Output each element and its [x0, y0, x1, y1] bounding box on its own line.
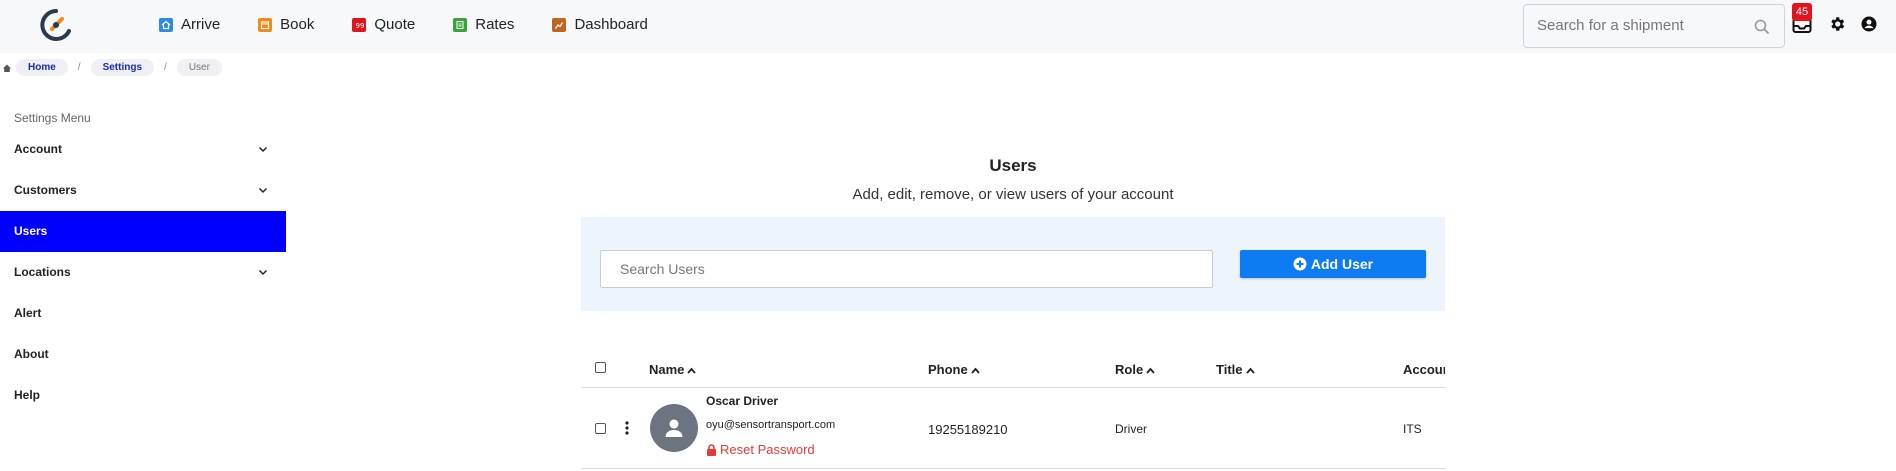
top-bar: Arrive Book 99 Quote Rates Dashboard 45: [0, 0, 1896, 53]
rates-table-icon: [453, 17, 468, 32]
user-account: ITS: [1403, 422, 1422, 436]
table-header: Name Phone Role Title Accour: [581, 350, 1445, 388]
sidebar-item-account[interactable]: Account: [0, 129, 286, 170]
nav-book[interactable]: Book: [258, 16, 314, 33]
sidebar-item-locations[interactable]: Locations: [0, 252, 286, 293]
column-label: Accour: [1403, 362, 1445, 377]
sort-up-icon: [1245, 367, 1255, 374]
quote-icon: 99: [352, 17, 367, 32]
sidebar-item-alert[interactable]: Alert: [0, 293, 286, 334]
column-account[interactable]: Accour: [1403, 362, 1445, 377]
home-icon[interactable]: [2, 63, 12, 73]
add-user-button[interactable]: Add User: [1240, 250, 1426, 278]
sort-up-icon: [687, 367, 697, 374]
nav-quote-label: Quote: [374, 16, 416, 33]
more-options-icon[interactable]: [625, 421, 629, 435]
reset-password-label: Reset Password: [720, 442, 815, 457]
shipment-search-input[interactable]: [1537, 17, 1737, 34]
add-user-label: Add User: [1310, 256, 1374, 272]
user-search-input[interactable]: [620, 261, 1180, 277]
user-name[interactable]: Oscar Driver: [706, 394, 778, 408]
breadcrumb: Home / Settings / User: [2, 59, 222, 76]
chart-icon: [552, 17, 567, 32]
reset-password-link[interactable]: Reset Password: [706, 442, 815, 457]
home-icon: [159, 17, 173, 32]
sidebar-item-label: Locations: [14, 265, 71, 279]
nav-rates-label: Rates: [475, 16, 515, 33]
row-checkbox[interactable]: [595, 423, 606, 434]
breadcrumb-home[interactable]: Home: [16, 59, 68, 76]
plus-circle-icon: [1293, 257, 1307, 271]
nav-dashboard[interactable]: Dashboard: [552, 16, 648, 33]
breadcrumb-user: User: [176, 59, 222, 76]
sidebar-item-label: Help: [14, 388, 41, 402]
breadcrumb-separator: /: [164, 62, 167, 73]
sidebar-item-label: Customers: [14, 183, 77, 197]
account-icon[interactable]: [1860, 15, 1878, 33]
column-label: Title: [1216, 362, 1243, 377]
column-name[interactable]: Name: [649, 362, 697, 377]
main-nav: Arrive Book 99 Quote Rates Dashboard: [159, 16, 686, 33]
users-table: Name Phone Role Title Accour Oscar Drive…: [581, 350, 1445, 471]
user-phone: 19255189210: [928, 422, 1008, 437]
svg-text:99: 99: [356, 22, 365, 30]
nav-dashboard-label: Dashboard: [574, 16, 648, 33]
column-label: Role: [1115, 362, 1144, 377]
breadcrumb-separator: /: [77, 62, 81, 73]
column-title[interactable]: Title: [1216, 362, 1255, 377]
sidebar-item-label: Alert: [14, 306, 42, 320]
sidebar-item-label: About: [14, 347, 49, 361]
sidebar-item-about[interactable]: About: [0, 334, 286, 375]
select-all-checkbox[interactable]: [595, 362, 606, 373]
nav-arrive[interactable]: Arrive: [159, 16, 220, 33]
user-role: Driver: [1115, 422, 1147, 436]
notification-badge: 45: [1792, 3, 1812, 21]
search-icon[interactable]: [1754, 19, 1770, 35]
sidebar-item-label: Users: [14, 224, 48, 238]
app-logo[interactable]: [38, 7, 74, 43]
nav-quote[interactable]: 99 Quote: [352, 16, 415, 33]
page-subtitle: Add, edit, remove, or view users of your…: [852, 186, 1174, 203]
gear-icon[interactable]: [1828, 15, 1846, 33]
column-role[interactable]: Role: [1115, 362, 1155, 377]
breadcrumb-settings[interactable]: Settings: [90, 59, 155, 76]
user-icon: [665, 419, 683, 437]
table-row[interactable]: Oscar Driver oyu@sensortransport.com Res…: [581, 388, 1445, 469]
column-label: Phone: [928, 362, 968, 377]
nav-rates[interactable]: Rates: [453, 16, 514, 33]
calendar-icon: [258, 17, 273, 32]
sort-up-icon: [971, 367, 980, 374]
users-toolbar: Add User: [581, 217, 1445, 311]
user-search-box[interactable]: [600, 250, 1213, 288]
chevron-down-icon: [258, 187, 268, 194]
sidebar-item-label: Account: [14, 142, 62, 156]
sidebar-item-help[interactable]: Help: [0, 375, 286, 416]
sidebar-item-users[interactable]: Users: [0, 211, 286, 252]
nav-arrive-label: Arrive: [181, 16, 221, 33]
user-email: oyu@sensortransport.com: [706, 419, 836, 431]
sidebar-item-customers[interactable]: Customers: [0, 170, 286, 211]
chevron-down-icon: [258, 269, 268, 276]
avatar: [650, 404, 698, 452]
settings-menu: Account Customers Users Locations Alert …: [0, 129, 286, 416]
column-label: Name: [649, 362, 685, 377]
chevron-down-icon: [258, 146, 268, 153]
nav-book-label: Book: [280, 16, 315, 33]
settings-menu-title: Settings Menu: [14, 111, 91, 125]
column-phone[interactable]: Phone: [928, 362, 980, 377]
sort-up-icon: [1146, 367, 1155, 374]
shipment-search[interactable]: [1523, 4, 1785, 48]
lock-icon: [707, 443, 716, 456]
page-title: Users: [989, 156, 1037, 175]
